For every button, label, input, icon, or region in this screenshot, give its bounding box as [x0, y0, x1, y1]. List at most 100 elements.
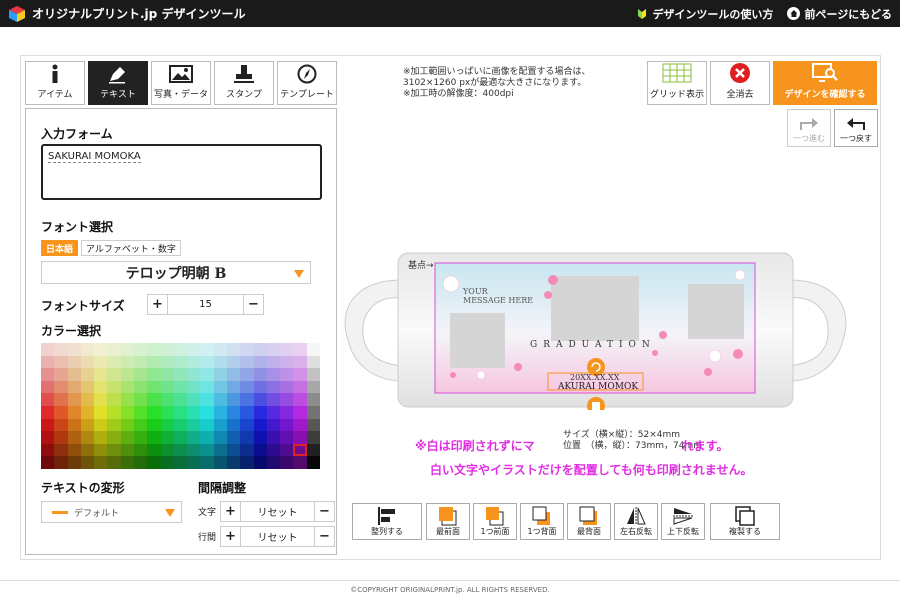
color-swatch[interactable]: [120, 456, 134, 469]
color-swatch[interactable]: [280, 431, 294, 444]
color-swatch[interactable]: [107, 406, 121, 419]
color-swatch[interactable]: [173, 443, 188, 457]
color-swatch[interactable]: [266, 393, 281, 406]
color-swatch[interactable]: [133, 393, 148, 406]
color-swatch[interactable]: [160, 406, 174, 419]
color-swatch[interactable]: [54, 393, 68, 406]
color-swatch[interactable]: [173, 406, 188, 419]
color-swatch[interactable]: [107, 443, 121, 457]
color-swatch[interactable]: [280, 355, 294, 369]
color-swatch[interactable]: [67, 418, 81, 432]
color-swatch[interactable]: [41, 368, 55, 381]
color-swatch[interactable]: [147, 393, 161, 406]
color-swatch[interactable]: [226, 418, 241, 432]
color-swatch[interactable]: [213, 355, 227, 369]
color-swatch[interactable]: [240, 343, 254, 356]
font-size-plus-button[interactable]: +: [148, 295, 168, 314]
color-swatch[interactable]: [80, 456, 95, 469]
tab-photo[interactable]: 写真・データ: [151, 61, 211, 105]
color-swatch[interactable]: [133, 368, 148, 381]
color-swatch[interactable]: [293, 368, 307, 381]
color-swatch[interactable]: [187, 406, 201, 419]
color-swatch[interactable]: [200, 418, 214, 432]
color-swatch[interactable]: [120, 406, 134, 419]
clear-all-button[interactable]: 全消去: [710, 61, 770, 105]
color-swatch[interactable]: [226, 368, 241, 381]
color-swatch[interactable]: [54, 443, 68, 457]
color-swatch[interactable]: [200, 368, 214, 381]
color-swatch[interactable]: [187, 343, 201, 356]
char-spacing-reset-button[interactable]: リセット: [241, 502, 314, 521]
font-size-minus-button[interactable]: −: [243, 295, 263, 314]
color-swatch[interactable]: [147, 456, 161, 469]
color-swatch[interactable]: [266, 406, 281, 419]
color-swatch[interactable]: [54, 343, 68, 356]
color-swatch[interactable]: [293, 355, 307, 369]
color-swatch[interactable]: [293, 380, 307, 394]
color-swatch[interactable]: [280, 393, 294, 406]
color-swatch[interactable]: [266, 431, 281, 444]
color-swatch[interactable]: [280, 456, 294, 469]
color-swatch[interactable]: [160, 443, 174, 457]
color-swatch[interactable]: [240, 418, 254, 432]
tab-stamp[interactable]: スタンプ: [214, 61, 274, 105]
color-swatch[interactable]: [120, 393, 134, 406]
color-swatch[interactable]: [41, 443, 55, 457]
color-swatch[interactable]: [253, 456, 267, 469]
color-swatch[interactable]: [200, 443, 214, 457]
color-swatch[interactable]: [120, 431, 134, 444]
tab-template[interactable]: テンプレート: [277, 61, 337, 105]
color-swatch[interactable]: [240, 368, 254, 381]
tab-text[interactable]: テキスト: [88, 61, 148, 105]
color-swatch[interactable]: [200, 456, 214, 469]
color-swatch[interactable]: [160, 431, 174, 444]
name-text-element[interactable]: AKURAI MOMOK: [558, 382, 638, 392]
color-swatch[interactable]: [173, 456, 188, 469]
text-transform-select[interactable]: デフォルト: [41, 501, 182, 523]
color-swatch[interactable]: [293, 393, 307, 406]
color-swatch[interactable]: [67, 368, 81, 381]
line-spacing-minus-button[interactable]: −: [314, 527, 334, 546]
color-swatch[interactable]: [253, 431, 267, 444]
color-swatch[interactable]: [306, 456, 320, 469]
color-swatch[interactable]: [41, 418, 55, 432]
send-to-back-button[interactable]: 最背面: [567, 503, 611, 540]
color-swatch[interactable]: [120, 418, 134, 432]
color-swatch[interactable]: [94, 456, 108, 469]
color-swatch[interactable]: [226, 343, 241, 356]
color-swatch[interactable]: [173, 393, 188, 406]
flip-horizontal-button[interactable]: 左右反転: [614, 503, 658, 540]
color-swatch[interactable]: [280, 368, 294, 381]
color-swatch[interactable]: [54, 355, 68, 369]
color-swatch[interactable]: [306, 406, 320, 419]
color-swatch[interactable]: [187, 380, 201, 394]
color-swatch[interactable]: [280, 443, 294, 457]
color-swatch[interactable]: [67, 343, 81, 356]
char-spacing-plus-button[interactable]: +: [221, 502, 241, 521]
color-swatch[interactable]: [160, 393, 174, 406]
color-swatch[interactable]: [41, 380, 55, 394]
color-swatch[interactable]: [173, 343, 188, 356]
color-swatch[interactable]: [80, 393, 95, 406]
font-select[interactable]: テロップ明朝 B: [41, 261, 311, 284]
color-swatch[interactable]: [226, 456, 241, 469]
duplicate-button[interactable]: 複製する: [710, 503, 780, 540]
color-swatch[interactable]: [80, 406, 95, 419]
line-spacing-reset-button[interactable]: リセット: [241, 527, 314, 546]
color-swatch[interactable]: [133, 456, 148, 469]
color-swatch[interactable]: [94, 406, 108, 419]
color-swatch[interactable]: [187, 443, 201, 457]
color-swatch[interactable]: [240, 456, 254, 469]
color-swatch[interactable]: [306, 443, 320, 457]
color-swatch[interactable]: [107, 418, 121, 432]
color-swatch[interactable]: [253, 380, 267, 394]
color-swatch[interactable]: [226, 380, 241, 394]
color-palette[interactable]: [41, 343, 320, 469]
bring-to-front-button[interactable]: 最前面: [426, 503, 470, 540]
color-swatch[interactable]: [266, 456, 281, 469]
color-swatch[interactable]: [67, 431, 81, 444]
color-swatch[interactable]: [94, 431, 108, 444]
color-swatch[interactable]: [213, 368, 227, 381]
color-swatch[interactable]: [160, 368, 174, 381]
color-swatch[interactable]: [160, 355, 174, 369]
